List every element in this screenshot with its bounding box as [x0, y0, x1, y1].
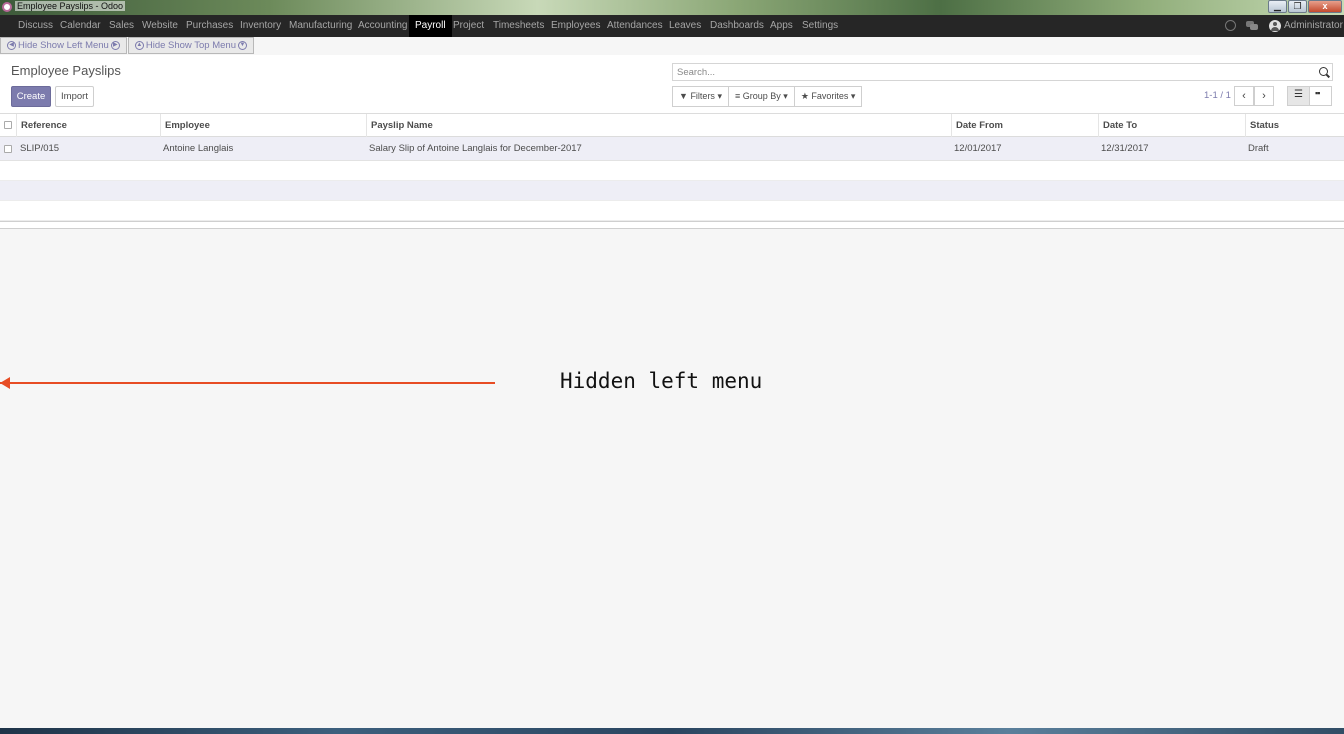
odoo-app-icon — [2, 2, 12, 12]
group-by-button[interactable]: ≡ Group By ▾ — [727, 86, 795, 107]
menu-item-purchases[interactable]: Purchases — [186, 15, 233, 37]
menu-toggles: ◀ Hide Show Left Menu ▶ ▲ Hide Show Top … — [0, 37, 255, 55]
cell-payslip-name: Salary Slip of Antoine Langlais for Dece… — [369, 143, 582, 154]
search-icon[interactable] — [1319, 67, 1328, 76]
create-button[interactable]: Create — [11, 86, 51, 107]
filter-icon: ▼ — [679, 91, 688, 101]
user-menu[interactable]: Administrator — [1284, 15, 1343, 37]
table-footer — [0, 221, 1344, 229]
menu-item-inventory[interactable]: Inventory — [240, 15, 281, 37]
group-by-label: Group By — [742, 91, 781, 101]
breadcrumb-title: Employee Payslips — [11, 63, 121, 78]
arrow-right-circle-icon: ▶ — [110, 41, 120, 50]
window-titlebar: Employee Payslips - Odoo ▁ ❐ x — [0, 0, 1344, 15]
menu-item-manufacturing[interactable]: Manufacturing — [289, 15, 352, 37]
menu-item-website[interactable]: Website — [142, 15, 178, 37]
payslip-list-table: Reference Employee Payslip Name Date Fro… — [0, 114, 1344, 229]
control-panel: Employee Payslips Create Import ▼ Filter… — [0, 55, 1344, 114]
pager-previous-button[interactable]: ‹ — [1234, 86, 1254, 106]
favorites-button[interactable]: ★ Favorites ▾ — [793, 86, 863, 107]
import-button[interactable]: Import — [55, 86, 94, 107]
user-avatar-icon[interactable] — [1269, 20, 1281, 32]
menu-item-employees[interactable]: Employees — [551, 15, 600, 37]
menu-item-calendar[interactable]: Calendar — [60, 15, 101, 37]
menu-item-sales[interactable]: Sales — [109, 15, 134, 37]
column-date-to[interactable]: Date To — [1098, 114, 1245, 137]
hide-show-top-menu-button[interactable]: ▲ Hide Show Top Menu ▼ — [127, 37, 254, 54]
table-header: Reference Employee Payslip Name Date Fro… — [0, 114, 1344, 137]
favorites-label: Favorites — [811, 91, 849, 101]
column-reference[interactable]: Reference — [16, 114, 160, 137]
activity-clock-icon[interactable] — [1225, 20, 1236, 31]
column-date-from[interactable]: Date From — [951, 114, 1098, 137]
cell-status: Draft — [1248, 143, 1269, 154]
table-row[interactable]: SLIP/015 Antoine Langlais Salary Slip of… — [0, 137, 1344, 161]
menu-item-dashboards[interactable]: Dashboards — [710, 15, 764, 37]
menu-item-project[interactable]: Project — [453, 15, 484, 37]
window-title: Employee Payslips - Odoo — [15, 1, 126, 11]
arrow-down-circle-icon: ▼ — [237, 41, 247, 50]
menu-item-payroll[interactable]: Payroll — [409, 15, 452, 37]
row-checkbox[interactable] — [4, 145, 12, 153]
search-box — [672, 63, 1333, 81]
cell-employee: Antoine Langlais — [163, 143, 234, 154]
search-input[interactable] — [673, 64, 1303, 80]
arrow-left-circle-icon: ◀ — [7, 41, 16, 50]
pager-next-button[interactable]: › — [1254, 86, 1274, 106]
annotation-text: Hidden left menu — [560, 369, 763, 393]
pager-value[interactable]: 1-1 / 1 — [1204, 90, 1231, 101]
close-button[interactable]: x — [1308, 0, 1342, 13]
minimize-button[interactable]: ▁ — [1268, 0, 1287, 13]
annotation-arrow — [0, 377, 495, 389]
menu-item-leaves[interactable]: Leaves — [669, 15, 701, 37]
menu-item-attendances[interactable]: Attendances — [607, 15, 663, 37]
cell-reference: SLIP/015 — [20, 143, 60, 154]
filters-button[interactable]: ▼ Filters ▾ — [672, 86, 729, 107]
arrow-up-circle-icon: ▲ — [134, 41, 144, 50]
hide-show-left-menu-label: Hide Show Left Menu — [18, 40, 109, 51]
hide-show-top-menu-label: Hide Show Top Menu — [145, 40, 236, 51]
menu-item-discuss[interactable]: Discuss — [18, 15, 53, 37]
cell-date-from: 12/01/2017 — [954, 143, 1002, 154]
cell-date-to: 12/31/2017 — [1101, 143, 1149, 154]
search-options: ▼ Filters ▾ ≡ Group By ▾ ★ Favorites ▾ — [672, 86, 863, 107]
top-menu-bar: Discuss Calendar Sales Website Purchases… — [0, 15, 1344, 37]
filters-label: Filters — [690, 91, 715, 101]
os-taskbar — [0, 728, 1344, 734]
empty-row — [0, 181, 1344, 201]
menu-item-apps[interactable]: Apps — [770, 15, 793, 37]
messaging-chat-icon[interactable] — [1246, 20, 1258, 31]
menu-item-accounting[interactable]: Accounting — [358, 15, 407, 37]
maximize-button[interactable]: ❐ — [1288, 0, 1307, 13]
star-icon: ★ — [800, 91, 809, 101]
column-payslip-name[interactable]: Payslip Name — [366, 114, 951, 137]
bars-icon: ≡ — [734, 91, 741, 101]
hide-show-left-menu-button[interactable]: ◀ Hide Show Left Menu ▶ — [0, 37, 127, 54]
column-employee[interactable]: Employee — [160, 114, 366, 137]
window-controls: ▁ ❐ x — [1267, 0, 1342, 13]
kanban-view-button[interactable] — [1309, 86, 1332, 106]
select-all-checkbox[interactable] — [4, 121, 12, 129]
list-view-button[interactable] — [1287, 86, 1310, 106]
menu-item-timesheets[interactable]: Timesheets — [493, 15, 544, 37]
empty-row — [0, 201, 1344, 221]
empty-row — [0, 161, 1344, 181]
menu-item-settings[interactable]: Settings — [802, 15, 838, 37]
column-status[interactable]: Status — [1245, 114, 1344, 137]
